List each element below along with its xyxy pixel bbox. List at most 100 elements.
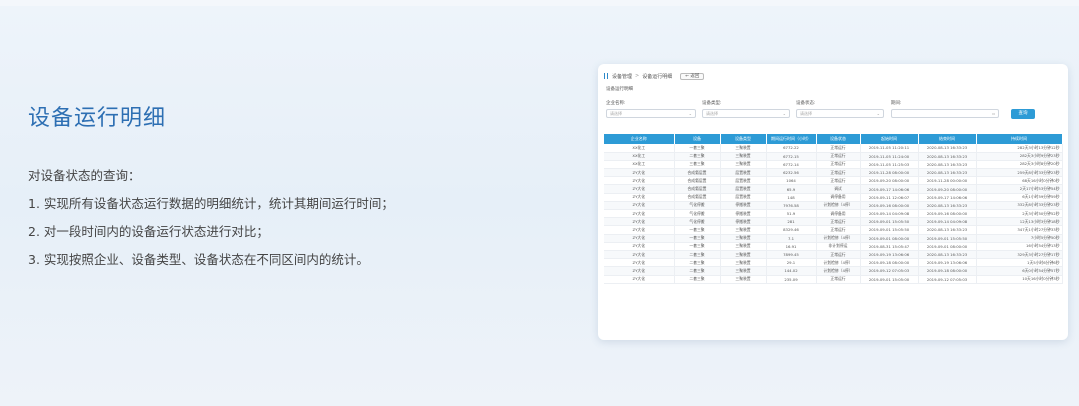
table-row[interactable]: ZY大化 二套三聚 三聚装置 7899.45 正常运行 2019-09-19 13:06:… <box>604 250 1063 260</box>
period-picker[interactable]: ▫ <box>891 109 999 118</box>
table-cell: 二套三聚 <box>674 250 721 260</box>
table-cell: 2019-11-28 08:00:00 <box>860 168 919 178</box>
table-cell: 正常运行 <box>816 176 861 186</box>
table-cell: 8329.46 <box>766 225 817 235</box>
table-row[interactable]: ZY大化 合成氨层置 层置装置 1064 正常运行 2019-09-20 08:00:00… <box>604 176 1063 186</box>
filter-label: 设备类型: <box>702 101 722 106</box>
table-row[interactable]: ZY大化 二套三聚 三聚装置 29.1 计划检修（4停） 2019-09-18 08:00… <box>604 258 1063 268</box>
chevron-down-icon: ⌄ <box>782 111 786 116</box>
table-cell: 正常运行 <box>816 168 861 178</box>
table-cell: 调停备用 <box>816 209 861 219</box>
table-cell: 合成氨层置 <box>674 184 721 194</box>
table-cell: 16.91 <box>766 242 817 251</box>
table-cell: 二套三聚 <box>674 258 721 268</box>
table-cell: 2019-09-19 13:06:06 <box>860 250 919 260</box>
device-run-table: 企业名称 设备 设备类型 期间运行时间（小时） 设备状态 起始时间 结束时间 持续时间 XX化… <box>604 134 1063 284</box>
table-cell: ZY大化 <box>604 266 675 276</box>
device-status-select[interactable]: 请选择 ⌄ <box>796 109 884 118</box>
table-cell: ZY大化 <box>604 225 675 235</box>
table-cell: 7899.45 <box>766 250 817 260</box>
search-button[interactable]: 查询 <box>1011 109 1035 119</box>
table-cell: 1天5小时6分钟6秒 <box>976 258 1063 268</box>
table-cell: 347天1小时27分钟33秒 <box>976 225 1063 235</box>
select-placeholder: 请选择 <box>800 111 812 116</box>
table-cell: 2019-09-01 08:00:00 <box>860 234 919 243</box>
table-cell: 2019-09-20 08:00:00 <box>860 176 919 186</box>
table-cell: XX化工 <box>604 152 675 161</box>
table-cell: 259天8小时33分钟23秒 <box>976 168 1063 178</box>
table-cell: 6772.22 <box>766 144 817 153</box>
table-header-row: 企业名称 设备 设备类型 期间运行时间（小时） 设备状态 起始时间 结束时间 持续时间 <box>604 134 1063 144</box>
table-cell: 282天3小时8分钟20秒 <box>976 160 1063 170</box>
table-row[interactable]: XX化工 三套三聚 三聚装置 6772.14 正常运行 2019-11-05 11:25:… <box>604 160 1063 170</box>
table-cell: 一套三聚 <box>674 242 721 251</box>
table-cell: 329天3小时27分钟17秒 <box>976 250 1063 260</box>
table-cell: 层置装置 <box>720 184 767 194</box>
breadcrumb: 设备管理 > 设备运行明细 ← 返回 <box>604 71 705 81</box>
table-row[interactable]: XX化工 一套三聚 三聚装置 6772.22 正常运行 2019-11-05 11:20:… <box>604 144 1063 153</box>
table-cell: 气化停搬 <box>674 201 721 211</box>
device-type-select[interactable]: 请选择 ⌄ <box>702 109 790 118</box>
table-cell: 合成氨层置 <box>674 168 721 178</box>
table-row[interactable]: ZY大化 一套三聚 三聚装置 16.91 非计划停运 2019-08-31 15:05:4… <box>604 242 1063 251</box>
table-cell: 正常运行 <box>816 152 861 161</box>
table-cell: ZY大化 <box>604 250 675 260</box>
table-cell: 6772.14 <box>766 160 817 170</box>
intro-section: 设备运行明细 对设备状态的查询： 1. 实现所有设备状态运行数据的明细统计，统计… <box>28 100 588 274</box>
table-cell: ZY大化 <box>604 168 675 178</box>
table-cell: 三聚装置 <box>720 250 767 260</box>
table-row[interactable]: ZY大化 气化停搬 停搬装置 51.9 调停备用 2019-09-14 04:09:08 2… <box>604 209 1063 219</box>
description: 对设备状态的查询： 1. 实现所有设备状态运行数据的明细统计，统计其期间运行时间… <box>28 162 588 274</box>
table-cell: 6232.56 <box>766 168 817 178</box>
breadcrumb-item: 设备运行明细 <box>642 73 673 80</box>
table-cell: ZY大化 <box>604 209 675 219</box>
description-intro: 对设备状态的查询： <box>28 168 141 183</box>
column-header: 设备状态 <box>816 134 861 144</box>
table-row[interactable]: ZY大化 一套三聚 三聚装置 7.1 计划检修（4停） 2019-09-01 08:00:… <box>604 234 1063 243</box>
table-row[interactable]: ZY大化 合成氨层置 层置装置 6232.56 正常运行 2019-11-28 08:00… <box>604 168 1063 178</box>
column-header: 期间运行时间（小时） <box>766 134 817 144</box>
table-cell: 层置装置 <box>720 176 767 186</box>
table-cell: 层置装置 <box>720 168 767 178</box>
table-row[interactable]: ZY大化 气化停搬 停搬装置 7976.58 计划检修（4停） 2019-09-16 08… <box>604 201 1063 211</box>
table-cell: 一套三聚 <box>674 225 721 235</box>
table-row[interactable]: ZY大化 二套三聚 三聚装置 235.09 正常运行 2019-09-01 15:05:0… <box>604 275 1063 284</box>
table-cell: 2天3小时50分钟52秒 <box>976 209 1063 219</box>
table-cell: 6天0小时54分钟57秒 <box>976 266 1063 276</box>
breadcrumb-item[interactable]: 设备管理 <box>612 73 632 80</box>
table-cell: ZY大化 <box>604 275 675 284</box>
table-cell: 正常运行 <box>816 250 861 260</box>
company-select[interactable]: 请选择 ⌄ <box>606 109 696 118</box>
table-cell: 144.02 <box>766 266 817 276</box>
table-cell: 三聚装置 <box>720 234 767 243</box>
description-point: 3. 实现按照企业、设备类型、设备状态在不同区间内的统计。 <box>28 252 369 267</box>
table-cell: 三聚装置 <box>720 160 767 170</box>
table-row[interactable]: ZY大化 二套三聚 三聚装置 144.02 计划检修（4停） 2019-09-12 07:… <box>604 266 1063 276</box>
table-cell: 68天16小时0分钟0秒 <box>976 176 1063 186</box>
back-button[interactable]: ← 返回 <box>680 72 705 80</box>
column-header: 设备 <box>674 134 721 144</box>
table-row[interactable]: XX化工 二套三聚 三聚装置 6772.15 正常运行 2019-11-05 11:24:… <box>604 152 1063 161</box>
table-cell: ZY大化 <box>604 201 675 211</box>
table-cell: ZY大化 <box>604 234 675 243</box>
table-row[interactable]: ZY大化 一套三聚 三聚装置 8329.46 正常运行 2019-09-01 15:05:… <box>604 225 1063 235</box>
table-cell: 合成氨层置 <box>674 176 721 186</box>
table-cell: XX化工 <box>604 144 675 153</box>
filter-bar: 企业名称: 请选择 ⌄ 设备类型: 请选择 ⌄ 设备状态: 请选择 ⌄ 期间: <box>606 100 1061 122</box>
table-row[interactable]: ZY大化 合成氨层置 层置装置 148 调停备用 2019-09-11 12:06:07 2… <box>604 193 1063 202</box>
table-cell: 2019-09-01 08:00:00 <box>918 242 977 251</box>
table-cell: 一套三聚 <box>674 234 721 243</box>
table-cell: 148 <box>766 193 817 202</box>
column-header: 设备类型 <box>720 134 767 144</box>
chevron-down-icon: ⌄ <box>688 111 692 116</box>
table-row[interactable]: ZY大化 合成氨层置 层置装置 65.9 调试 2019-09-17 14:06:06 20… <box>604 184 1063 194</box>
table-cell: 2019-09-12 07:05:03 <box>918 275 977 284</box>
table-cell: 2019-09-19 13:06:06 <box>918 258 977 268</box>
table-row[interactable]: ZY大化 气化停搬 停搬装置 281 正常运行 2019-09-01 15:05:50 20… <box>604 217 1063 227</box>
column-header: 企业名称 <box>604 134 675 144</box>
filter-label: 设备状态: <box>796 101 816 106</box>
column-header: 持续时间 <box>976 134 1063 144</box>
table-cell: 二套三聚 <box>674 275 721 284</box>
select-placeholder: 请选择 <box>610 111 622 116</box>
table-cell: 停搬装置 <box>720 217 767 227</box>
